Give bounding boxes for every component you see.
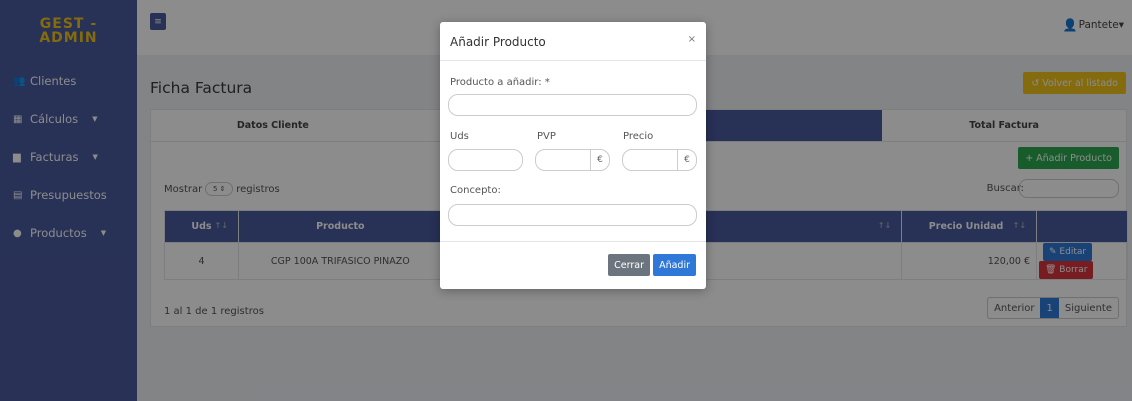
close-icon[interactable]: ×	[688, 34, 696, 45]
submit-button[interactable]: Añadir	[653, 254, 696, 276]
concepto-label: Concepto:	[450, 185, 501, 196]
product-input[interactable]	[448, 94, 697, 116]
modal-title: Añadir Producto	[450, 35, 546, 49]
pvp-label: PVP	[537, 131, 556, 142]
modal-header-divider	[440, 60, 706, 61]
uds-label: Uds	[450, 131, 469, 142]
cancel-button[interactable]: Cerrar	[608, 254, 650, 276]
add-product-modal: Añadir Producto × Producto a añadir: * U…	[440, 22, 706, 289]
concepto-input[interactable]	[448, 204, 697, 226]
modal-footer-divider	[440, 241, 706, 242]
precio-input[interactable]: €	[622, 149, 697, 171]
euro-icon: €	[590, 150, 609, 170]
pvp-input[interactable]: €	[535, 149, 610, 171]
product-label: Producto a añadir: *	[450, 77, 550, 88]
uds-input[interactable]	[448, 149, 523, 171]
precio-label: Precio	[623, 131, 654, 142]
euro-icon: €	[677, 150, 696, 170]
